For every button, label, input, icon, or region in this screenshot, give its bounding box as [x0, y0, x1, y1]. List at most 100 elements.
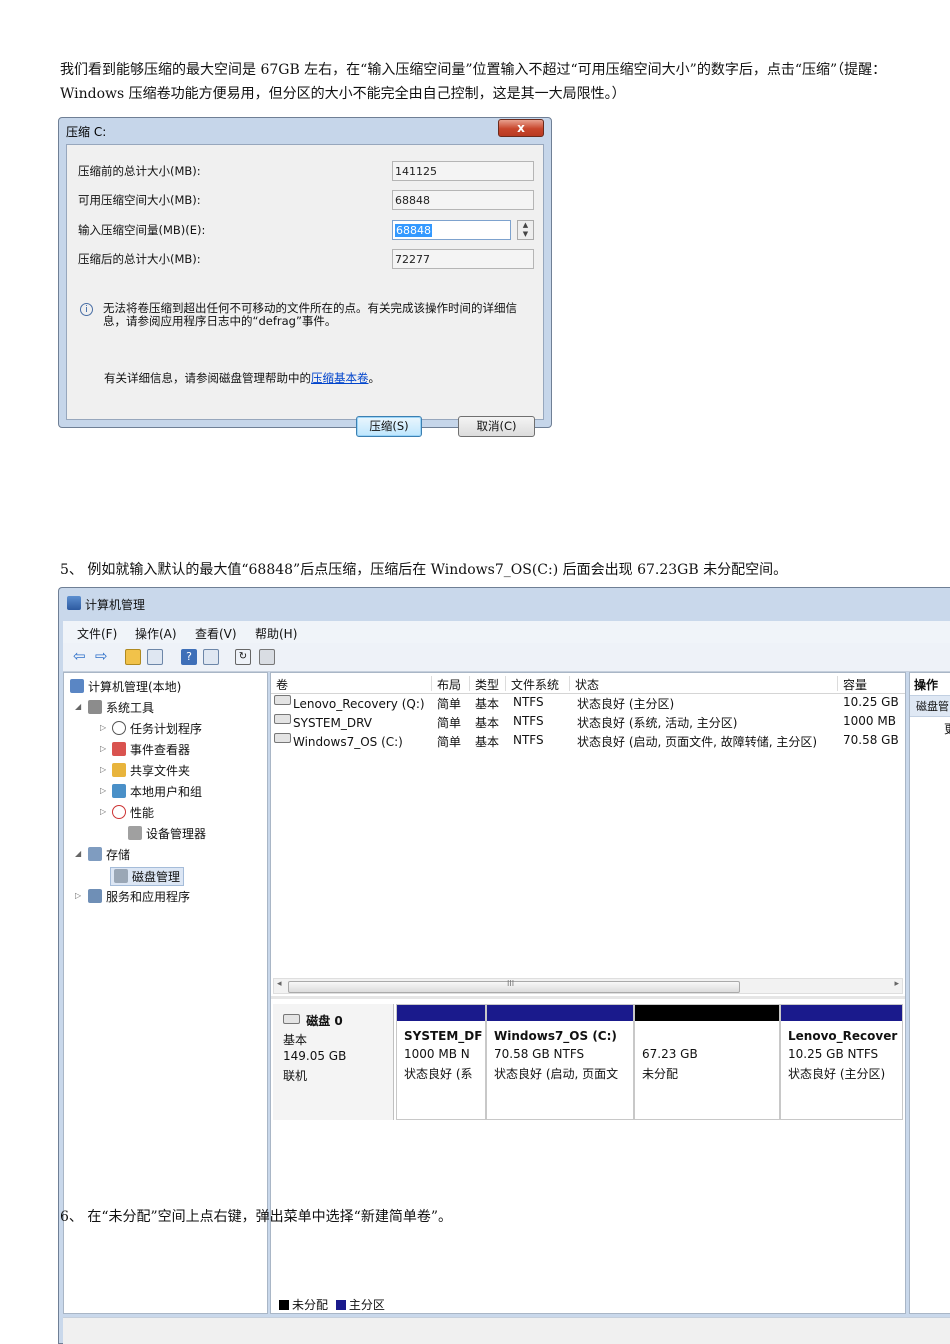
- step5-paragraph: 5、 例如就输入默认的最大值“68848”后点压缩，压缩后在 Windows7_…: [60, 562, 788, 578]
- collapsed-arrow-icon[interactable]: ▷: [100, 723, 106, 732]
- forward-arrow-icon[interactable]: ⇨: [95, 649, 111, 665]
- disk-name: 磁盘 0: [306, 1014, 343, 1028]
- computer-management-icon: [67, 596, 81, 610]
- shrink-button[interactable]: 压缩(S): [356, 416, 422, 437]
- volume-table-header: 卷 布局 类型 文件系统 状态 容量: [271, 673, 905, 694]
- menu-view[interactable]: 查看(V): [195, 625, 237, 642]
- table-row[interactable]: SYSTEM_DRV 简单 基本 NTFS 状态良好 (系统, 活动, 主分区)…: [271, 712, 905, 731]
- tools-icon: [88, 700, 102, 714]
- refresh-icon[interactable]: ↻: [235, 649, 251, 665]
- actions-title: 操作: [914, 678, 939, 692]
- help-icon[interactable]: ?: [181, 649, 197, 665]
- more-info-prefix: 有关详细信息，请参阅磁盘管理帮助中的: [104, 371, 311, 385]
- tree-event-viewer[interactable]: 事件查看器: [112, 741, 190, 758]
- col-filesystem[interactable]: 文件系统: [505, 676, 571, 692]
- horizontal-scrollbar[interactable]: ◂ III ▸: [273, 978, 903, 994]
- collapsed-arrow-icon[interactable]: ▷: [100, 807, 106, 816]
- intro-paragraph: 我们看到能够压缩的最大空间是 67GB 左右，在“输入压缩空间量”位置输入不超过…: [60, 62, 887, 102]
- partition-windows7-os[interactable]: Windows7_OS (C:) 70.58 GB NTFS 状态良好 (启动,…: [486, 1004, 634, 1120]
- disk-state: 联机: [283, 1069, 308, 1083]
- legend-unallocated: 未分配: [292, 1298, 329, 1312]
- expanded-arrow-icon[interactable]: ◢: [75, 849, 81, 858]
- dialog-body: 压缩前的总计大小(MB): 141125 可用压缩空间大小(MB): 68848…: [66, 144, 544, 437]
- expanded-arrow-icon[interactable]: ◢: [75, 702, 81, 711]
- actions-pane: 操作 磁盘管 更: [909, 672, 950, 1314]
- tree-system-tools[interactable]: 系统工具: [88, 699, 154, 716]
- shrink-basic-volume-link[interactable]: 压缩基本卷: [311, 371, 369, 385]
- collapsed-arrow-icon[interactable]: ▷: [100, 765, 106, 774]
- disk-size: 149.05 GB: [283, 1049, 347, 1063]
- col-type[interactable]: 类型: [469, 676, 507, 692]
- legend-primary: 主分区: [348, 1298, 385, 1312]
- close-button[interactable]: x: [498, 119, 544, 137]
- more-info-text: 有关详细信息，请参阅磁盘管理帮助中的压缩基本卷。: [104, 370, 380, 386]
- show-tree-icon[interactable]: [147, 649, 163, 665]
- toolbar: ⇦ ⇨ ? ↻: [63, 643, 950, 672]
- col-layout[interactable]: 布局: [431, 676, 471, 692]
- drive-icon: [274, 714, 291, 724]
- menu-action[interactable]: 操作(A): [135, 625, 177, 642]
- tree-task-scheduler[interactable]: 任务计划程序: [112, 720, 202, 737]
- disk-0-label[interactable]: 磁盘 0 基本 149.05 GB 联机: [273, 1004, 394, 1120]
- services-icon: [88, 889, 102, 903]
- total-before-label: 压缩前的总计大小(MB):: [78, 164, 201, 178]
- drive-icon: [274, 695, 291, 705]
- disk-icon: [114, 869, 128, 883]
- window-title: 计算机管理: [85, 598, 146, 612]
- primary-swatch: [335, 1300, 346, 1310]
- tree-disk-management[interactable]: 磁盘管理: [110, 867, 185, 886]
- event-viewer-icon: [112, 742, 126, 756]
- shrink-amount-selected-text: 68848: [395, 224, 432, 237]
- shrink-amount-stepper[interactable]: ▲ ▼: [517, 220, 534, 240]
- scroll-thumb[interactable]: III: [288, 979, 740, 993]
- collapsed-arrow-icon[interactable]: ▷: [100, 744, 106, 753]
- collapsed-arrow-icon[interactable]: ▷: [75, 891, 81, 900]
- status-bar: [63, 1317, 950, 1344]
- pane-splitter[interactable]: [271, 996, 905, 999]
- total-after-value: 72277: [392, 249, 534, 269]
- tree-services[interactable]: 服务和应用程序: [88, 888, 190, 905]
- disk-kind: 基本: [283, 1033, 308, 1047]
- shrink-dialog: 压缩 C: x 压缩前的总计大小(MB): 141125 可用压缩空间大小(MB…: [58, 117, 552, 437]
- partition-lenovo-recovery[interactable]: Lenovo_Recover 10.25 GB NTFS 状态良好 (主分区): [780, 1004, 903, 1120]
- table-row[interactable]: Windows7_OS (C:) 简单 基本 NTFS 状态良好 (启动, 页面…: [271, 731, 905, 750]
- clock-icon: [112, 721, 126, 735]
- storage-icon: [88, 847, 102, 861]
- collapsed-arrow-icon[interactable]: ▷: [100, 786, 106, 795]
- tree-shared-folders[interactable]: 共享文件夹: [112, 762, 190, 779]
- table-row[interactable]: Lenovo_Recovery (Q:) 简单 基本 NTFS 状态良好 (主分…: [271, 693, 905, 712]
- scroll-left-icon[interactable]: ◂: [277, 979, 282, 989]
- tree-local-users[interactable]: 本地用户和组: [112, 783, 202, 800]
- up-folder-icon[interactable]: [125, 649, 141, 665]
- available-shrink-value: 68848: [392, 190, 534, 210]
- total-before-value: 141125: [392, 161, 534, 181]
- scroll-right-icon[interactable]: ▸: [894, 979, 899, 989]
- scroll-grip: III: [507, 979, 515, 988]
- partition-system-drv[interactable]: SYSTEM_DF 1000 MB N 状态良好 (系: [396, 1004, 486, 1120]
- shrink-amount-label: 输入压缩空间量(MB)(E):: [78, 223, 206, 237]
- device-manager-icon: [128, 826, 142, 840]
- properties-icon[interactable]: [259, 649, 275, 665]
- drive-icon: [274, 733, 291, 743]
- col-volume[interactable]: 卷: [271, 676, 431, 692]
- col-status[interactable]: 状态: [569, 676, 837, 692]
- tree-root[interactable]: 计算机管理(本地): [70, 678, 181, 695]
- cancel-button[interactable]: 取消(C): [458, 416, 535, 437]
- menu-help[interactable]: 帮助(H): [255, 625, 297, 642]
- actions-more[interactable]: 更: [944, 720, 950, 737]
- shrink-amount-input[interactable]: 68848: [392, 220, 511, 240]
- tree-performance[interactable]: 性能: [112, 804, 154, 821]
- tree-device-manager[interactable]: 设备管理器: [128, 825, 206, 842]
- disk-icon: [283, 1014, 300, 1024]
- back-arrow-icon[interactable]: ⇦: [73, 649, 89, 665]
- col-capacity[interactable]: 容量: [837, 676, 905, 692]
- total-after-label: 压缩后的总计大小(MB):: [78, 252, 201, 266]
- show-action-pane-icon[interactable]: [203, 649, 219, 665]
- menu-file[interactable]: 文件(F): [77, 625, 117, 642]
- tree-storage[interactable]: 存储: [88, 846, 130, 863]
- defrag-note: 无法将卷压缩到超出任何不可移动的文件所在的点。有关完成该操作时间的详细信息，请参…: [103, 301, 517, 328]
- dialog-title: 压缩 C:: [66, 125, 107, 139]
- actions-disk-management[interactable]: 磁盘管: [916, 698, 949, 714]
- partition-unallocated[interactable]: 67.23 GB 未分配: [634, 1004, 780, 1120]
- partition-legend: 未分配 主分区: [279, 1296, 385, 1313]
